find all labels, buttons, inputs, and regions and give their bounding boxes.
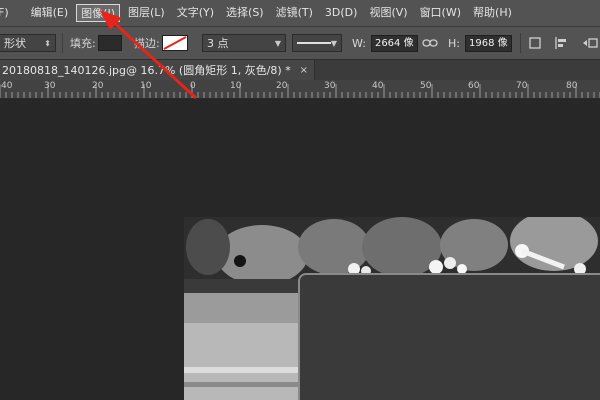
width-input[interactable]: 2664 像 [370,34,418,52]
fill-color-swatch[interactable] [97,35,122,51]
menu-image[interactable]: 图像(I) [76,4,120,22]
stroke-color-swatch[interactable] [161,35,188,51]
ruler-label: 20 [276,81,288,91]
ruler-label: 50 [420,81,432,91]
menu-edit[interactable]: 编辑(E) [27,4,73,22]
height-group: H: 1968 像 [448,27,512,59]
menu-bar: F) 编辑(E) 图像(I) 图层(L) 文字(Y) 选择(S) 滤镜(T) 3… [0,0,600,27]
width-label: W: [352,36,366,50]
ruler-label: 80 [566,81,578,91]
path-arrangement-icon[interactable] [580,36,598,50]
height-label: H: [448,36,460,50]
ruler-label: 40 [1,81,13,91]
path-ops-wrap [528,27,542,59]
path-align-wrap [554,27,568,59]
path-alignment-icon[interactable] [554,36,568,50]
chevron-down-icon: ▼ [274,38,281,48]
fill-group: 填充: [70,27,122,59]
divider [520,33,521,53]
menu-view[interactable]: 视图(V) [365,4,411,22]
mode-select-value: 形状 [4,37,26,50]
ruler-label: 70 [516,81,528,91]
menu-help[interactable]: 帮助(H) [469,4,516,22]
mode-select-wrap: 形状 ⬍ [0,27,56,59]
mode-select[interactable]: 形状 ⬍ [0,34,56,52]
stroke-group: 描边: [134,27,188,59]
stroke-width-group: 3 点 ▼ [202,27,286,59]
document-tab-bar: 20180818_140126.jpg@ 16.7% (圆角矩形 1, 灰色/8… [0,60,600,80]
canvas-area[interactable] [0,99,600,400]
ruler-label: 30 [44,81,56,91]
options-bar: 形状 ⬍ 填充: 描边: 3 点 ▼ ▼ W: 2664 像 H: 1968 像 [0,27,600,60]
ruler-label: 40 [372,81,384,91]
close-icon[interactable]: × [300,65,308,76]
menu-file[interactable]: F) [0,4,13,22]
stroke-type-group: ▼ [292,27,342,59]
stroke-label: 描边: [134,37,160,50]
path-operations-icon[interactable] [528,36,542,50]
ruler-label: 10 [230,81,242,91]
ruler-label: 30 [324,81,336,91]
ruler-label: 60 [468,81,480,91]
divider [62,33,63,53]
stroke-line-preview [297,42,331,44]
document-tab[interactable]: 20180818_140126.jpg@ 16.7% (圆角矩形 1, 灰色/8… [0,60,315,80]
menu-select[interactable]: 选择(S) [222,4,268,22]
stroke-type-select[interactable]: ▼ [292,34,342,52]
menu-filter[interactable]: 滤镜(T) [272,4,317,22]
ruler-label: 20 [92,81,104,91]
ruler-ticks [0,84,600,98]
link-icon-wrap [422,27,438,59]
path-arrange-wrap [580,27,598,59]
width-group: W: 2664 像 [352,27,418,59]
rounded-rectangle-shape[interactable] [298,273,600,400]
document-tab-title: 20180818_140126.jpg@ 16.7% (圆角矩形 1, 灰色/8… [2,64,291,77]
menu-layer[interactable]: 图层(L) [124,4,169,22]
menu-type[interactable]: 文字(Y) [173,4,218,22]
menu-3d[interactable]: 3D(D) [321,4,362,22]
stroke-width-value: 3 点 [207,37,229,50]
no-color-slash-icon [163,36,187,50]
horizontal-ruler: 40 30 20 10 0 10 20 30 40 50 60 70 80 [0,80,600,99]
ruler-label: 10 [140,81,152,91]
chevron-down-icon: ▼ [330,38,337,48]
link-dimensions-icon[interactable] [422,37,438,49]
fill-label: 填充: [70,37,96,50]
ruler-label: 0 [190,81,196,91]
height-input[interactable]: 1968 像 [464,34,512,52]
stroke-width-select[interactable]: 3 点 ▼ [202,34,286,52]
menu-window[interactable]: 窗口(W) [416,4,465,22]
chevron-updown-icon: ⬍ [44,38,51,48]
